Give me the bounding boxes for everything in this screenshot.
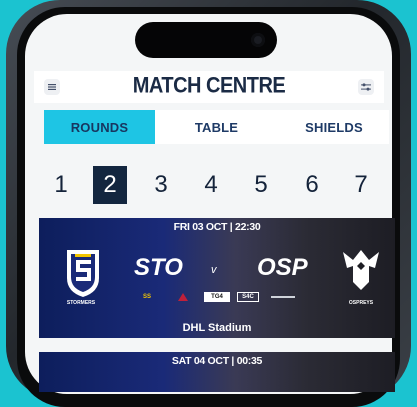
- broadcaster-logo: SS: [142, 294, 151, 300]
- round-4-button[interactable]: 4: [194, 166, 228, 204]
- dynamic-island: [135, 22, 277, 58]
- round-2-button[interactable]: 2: [93, 166, 127, 204]
- match-datetime: FRI 03 OCT | 22:30: [173, 221, 261, 233]
- match-card[interactable]: SAT 04 OCT | 00:35: [39, 352, 395, 392]
- tab-rounds[interactable]: ROUNDS: [44, 110, 155, 144]
- away-team-code: OSP: [257, 254, 308, 281]
- stormers-logo-icon: [67, 250, 99, 297]
- home-team-name: STORMERS: [66, 300, 96, 306]
- divider-icon: [271, 296, 295, 298]
- match-datetime: SAT 04 OCT | 00:35: [171, 355, 263, 367]
- filter-button[interactable]: [358, 79, 374, 95]
- tab-table[interactable]: TABLE: [169, 110, 264, 144]
- away-team-name: OSPREYS: [348, 300, 374, 306]
- app-header: MATCH CENTRE: [34, 71, 384, 103]
- match-venue: DHL Stadium: [182, 322, 252, 334]
- home-team-code: STO: [134, 254, 183, 281]
- tab-shields[interactable]: SHIELDS: [284, 110, 384, 144]
- filter-icon: [361, 83, 371, 91]
- broadcaster-logo: S4C: [237, 292, 259, 302]
- camera-icon: [251, 33, 265, 47]
- page-title: MATCH CENTRE: [132, 73, 286, 99]
- round-3-button[interactable]: 3: [144, 166, 178, 204]
- flag-icon: [178, 293, 188, 301]
- round-6-button[interactable]: 6: [295, 166, 329, 204]
- versus-label: v: [211, 264, 217, 276]
- round-7-button[interactable]: 7: [344, 166, 378, 204]
- round-5-button[interactable]: 5: [244, 166, 278, 204]
- ospreys-logo-icon: [343, 250, 379, 290]
- round-1-button[interactable]: 1: [44, 166, 78, 204]
- tab-bar: ROUNDS TABLE SHIELDS: [44, 110, 389, 144]
- match-card[interactable]: FRI 03 OCT | 22:30 STORMERS STO v OSP OS…: [39, 218, 395, 338]
- broadcaster-logo: TG4: [204, 292, 230, 302]
